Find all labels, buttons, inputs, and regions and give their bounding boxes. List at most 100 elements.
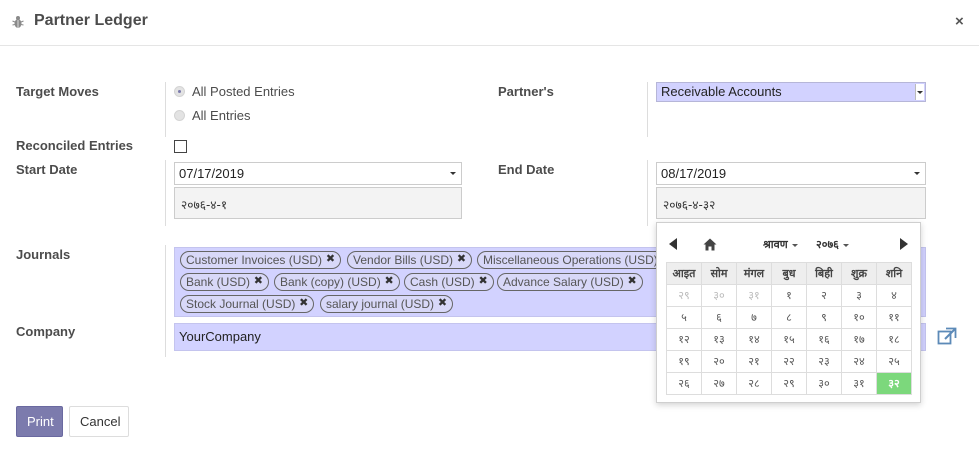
weekday-header: सोम: [701, 262, 737, 285]
journal-tag-label: Stock Journal (USD): [186, 297, 296, 311]
chevron-down-icon: [842, 243, 849, 247]
end-date-label: End Date: [498, 162, 555, 177]
month-select-value: श्रावण: [763, 238, 788, 251]
journal-tag-label: Advance Salary (USD): [503, 275, 624, 289]
calendar-day[interactable]: १२: [666, 328, 702, 351]
journal-tag: Vendor Bills (USD) ✖: [347, 251, 473, 269]
radio-all-posted-entries[interactable]: [174, 86, 185, 97]
calendar-day[interactable]: १८: [876, 328, 912, 351]
calendar-day[interactable]: ३१: [841, 372, 877, 395]
divider: [165, 82, 166, 137]
start-date-input[interactable]: 07/17/2019: [174, 162, 462, 185]
calendar-day[interactable]: १४: [736, 328, 772, 351]
calendar-day[interactable]: १६: [806, 328, 842, 351]
remove-tag-icon[interactable]: ✖: [254, 274, 263, 287]
start-date-nepali[interactable]: २०७६-४-१: [174, 187, 462, 219]
divider: [647, 82, 648, 137]
calendar-day-selected[interactable]: ३२: [876, 372, 912, 395]
calendar-day[interactable]: १९: [666, 350, 702, 373]
calendar-day[interactable]: १७: [841, 328, 877, 351]
calendar-day[interactable]: २८: [736, 372, 772, 395]
end-date-nepali[interactable]: २०७६-४-३२: [656, 187, 926, 219]
journal-tag: Bank (USD) ✖: [180, 273, 270, 291]
nepali-datepicker: श्रावण २०७६ आइत सोम मंगल बुध बिही शुक्र …: [656, 222, 921, 403]
calendar-day-other-month[interactable]: २९: [666, 284, 702, 307]
divider: [165, 160, 166, 226]
close-button[interactable]: ×: [955, 13, 964, 30]
calendar-day[interactable]: ६: [701, 306, 737, 329]
journal-tag: Customer Invoices (USD) ✖: [180, 251, 342, 269]
calendar-day[interactable]: ७: [736, 306, 772, 329]
chevron-down-icon: [791, 243, 798, 247]
calendar-day[interactable]: २५: [876, 350, 912, 373]
calendar-day[interactable]: २: [806, 284, 842, 307]
calendar-day[interactable]: १: [771, 284, 807, 307]
remove-tag-icon[interactable]: ✖: [438, 296, 447, 309]
calendar-day[interactable]: १५: [771, 328, 807, 351]
remove-tag-icon[interactable]: ✖: [457, 252, 466, 265]
calendar-day[interactable]: २९: [771, 372, 807, 395]
journal-tag-label: Bank (USD): [186, 275, 251, 289]
calendar-day[interactable]: १०: [841, 306, 877, 329]
journal-tag-label: Miscellaneous Operations (USD): [483, 253, 658, 267]
calendar-day[interactable]: २६: [666, 372, 702, 395]
calendar-day[interactable]: ८: [771, 306, 807, 329]
calendar-day[interactable]: ३०: [806, 372, 842, 395]
next-month-icon[interactable]: [900, 238, 908, 250]
calendar-day[interactable]: २४: [841, 350, 877, 373]
end-date-input[interactable]: 08/17/2019: [656, 162, 926, 185]
journal-tag-label: Customer Invoices (USD): [186, 253, 323, 267]
journal-tag: Cash (USD) ✖: [404, 273, 494, 291]
reconciled-entries-checkbox[interactable]: [174, 140, 187, 153]
journal-tag-label: Bank (copy) (USD): [280, 275, 381, 289]
calendar-day[interactable]: ३: [841, 284, 877, 307]
calendar-day-other-month[interactable]: ३०: [701, 284, 737, 307]
journal-tag-label: salary journal (USD): [326, 297, 435, 311]
remove-tag-icon[interactable]: ✖: [628, 274, 637, 287]
calendar-day[interactable]: १३: [701, 328, 737, 351]
calendar-day[interactable]: ११: [876, 306, 912, 329]
target-moves-label: Target Moves: [16, 84, 99, 99]
year-select[interactable]: २०७६: [816, 237, 849, 252]
radio-all-entries[interactable]: [174, 110, 185, 121]
month-select[interactable]: श्रावण: [763, 237, 798, 252]
calendar-day-other-month[interactable]: ३१: [736, 284, 772, 307]
calendar-day[interactable]: २३: [806, 350, 842, 373]
prev-month-icon[interactable]: [669, 238, 677, 250]
journal-tag: Miscellaneous Operations (USD) ✖: [477, 251, 677, 269]
home-icon[interactable]: [703, 238, 717, 251]
reconciled-entries-label: Reconciled Entries: [16, 138, 134, 153]
external-link-icon[interactable]: [937, 327, 957, 345]
calendar-day[interactable]: २२: [771, 350, 807, 373]
print-button[interactable]: Print: [16, 406, 63, 437]
company-label: Company: [16, 324, 76, 339]
journal-tag: Stock Journal (USD) ✖: [180, 295, 315, 313]
radio-label-all-entries: All Entries: [192, 108, 251, 123]
journal-tag: salary journal (USD) ✖: [320, 295, 454, 313]
calendar-day[interactable]: ४: [876, 284, 912, 307]
partners-select[interactable]: Receivable Accounts: [656, 82, 926, 102]
weekday-header: बुध: [771, 262, 807, 285]
cancel-button[interactable]: Cancel: [69, 406, 129, 437]
partners-label: Partner's: [498, 84, 554, 99]
journal-tag-label: Vendor Bills (USD): [353, 253, 454, 267]
divider: [165, 245, 166, 357]
radio-label-all-posted: All Posted Entries: [192, 84, 295, 99]
weekday-header: मंगल: [736, 262, 772, 285]
calendar-day[interactable]: ५: [666, 306, 702, 329]
remove-tag-icon[interactable]: ✖: [478, 274, 487, 287]
calendar-day[interactable]: २७: [701, 372, 737, 395]
divider: [647, 160, 648, 226]
dialog-title: Partner Ledger: [34, 12, 148, 29]
calendar-day[interactable]: २१: [736, 350, 772, 373]
remove-tag-icon[interactable]: ✖: [326, 252, 335, 265]
remove-tag-icon[interactable]: ✖: [384, 274, 393, 287]
chevron-down-icon: [915, 84, 924, 100]
journal-tag: Bank (copy) (USD) ✖: [274, 273, 400, 291]
remove-tag-icon[interactable]: ✖: [299, 296, 308, 309]
weekday-header: आइत: [666, 262, 702, 285]
partners-select-value: Receivable Accounts: [661, 84, 782, 99]
calendar-day[interactable]: ९: [806, 306, 842, 329]
journal-tag-label: Cash (USD): [410, 275, 475, 289]
calendar-day[interactable]: २०: [701, 350, 737, 373]
